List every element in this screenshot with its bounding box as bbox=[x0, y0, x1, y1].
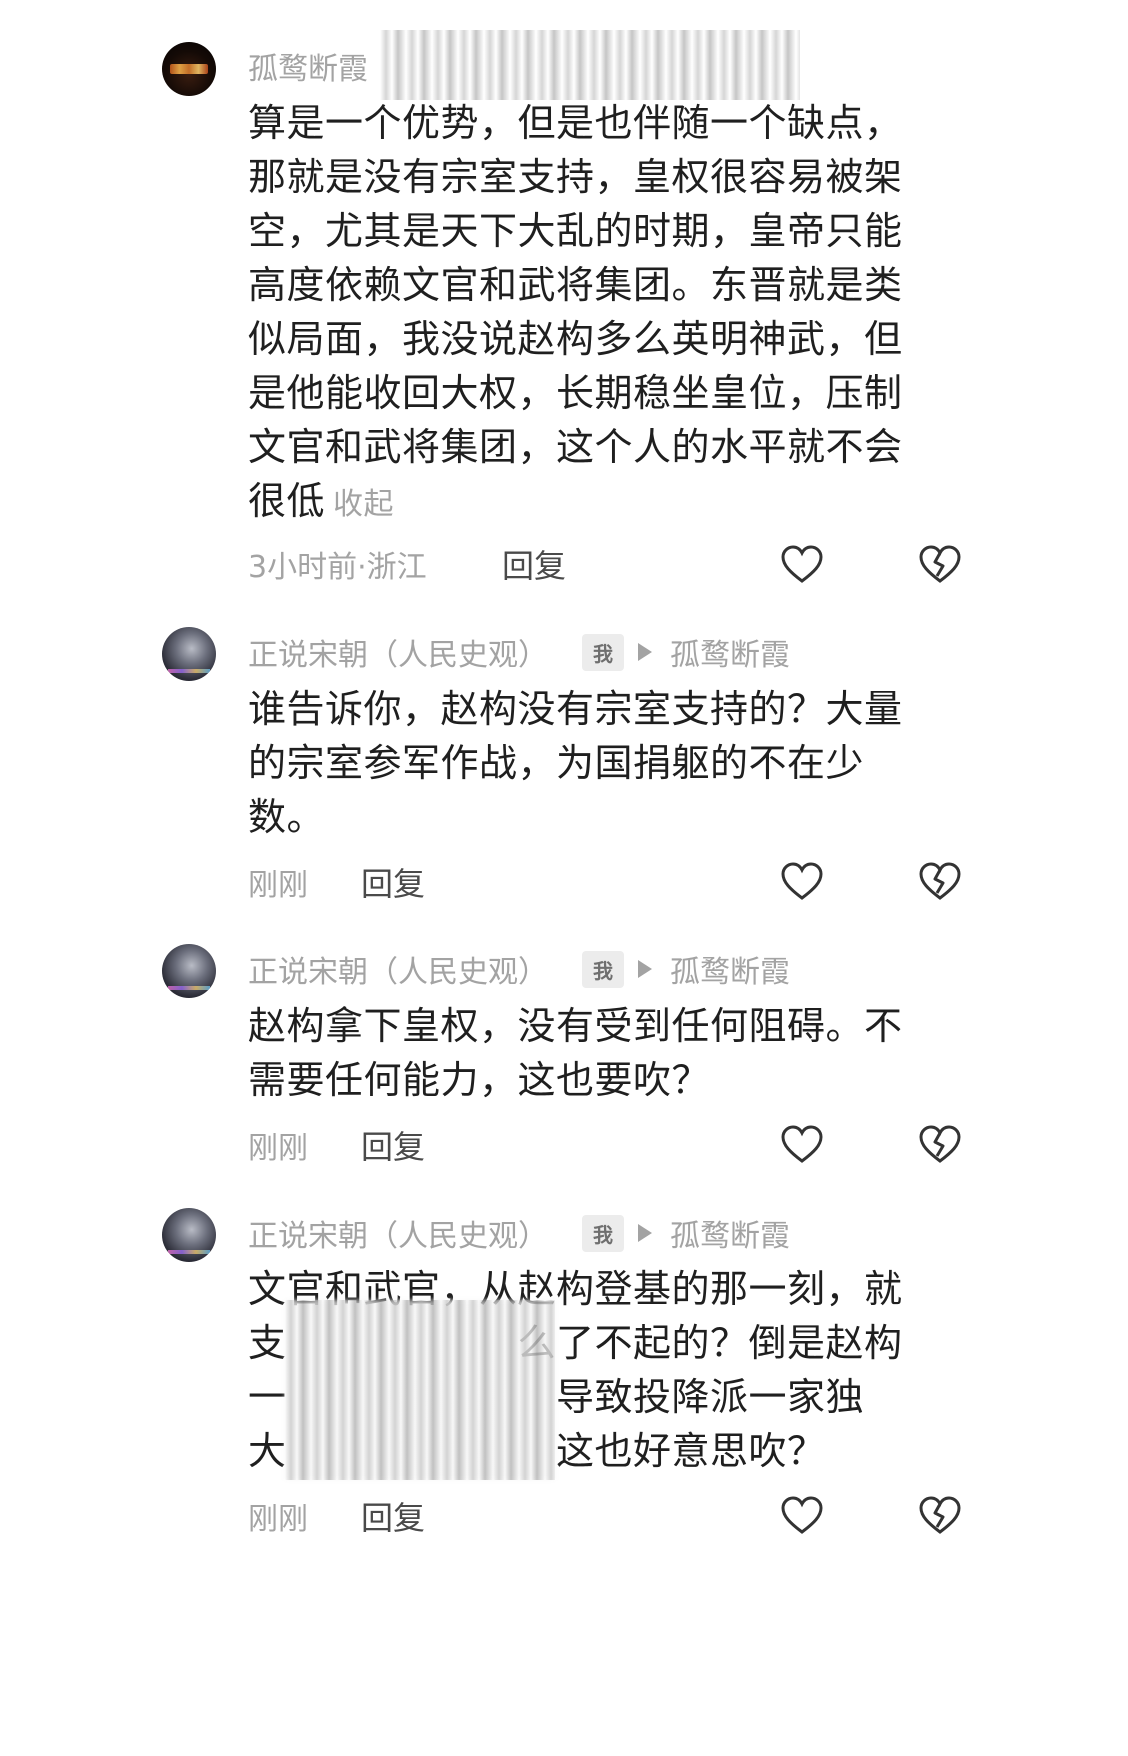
body-line: 算是一个优势，但是也伴随一个缺点， bbox=[248, 101, 903, 145]
comment-body: 谁告诉你，赵构没有宗室支持的？大量 的宗室参军作战，为国捐躯的不在少 数。 bbox=[248, 682, 938, 844]
me-badge: 我 bbox=[582, 633, 624, 671]
broken-heart-outline-icon[interactable] bbox=[918, 1495, 962, 1535]
comment-body: 赵构拿下皇权，没有受到任何阻碍。不 需要任何能力，这也要吹？ bbox=[248, 999, 938, 1107]
redaction-blur bbox=[285, 1300, 555, 1480]
username[interactable]: 正说宋朝（人民史观） bbox=[248, 947, 548, 991]
comment-username: 正说宋朝（人民史观） 我 孤鹜断霞 bbox=[248, 947, 790, 991]
body-line-last: 很低 收起 bbox=[248, 474, 938, 532]
comment-body: 算是一个优势，但是也伴随一个缺点， 那就是没有宗室支持，皇权很容易被架 空，尤其… bbox=[248, 96, 938, 532]
heart-outline-icon[interactable] bbox=[780, 1124, 824, 1164]
broken-heart-outline-icon[interactable] bbox=[918, 544, 962, 584]
comment-username: 正说宋朝（人民史观） 我 孤鹜断霞 bbox=[248, 630, 790, 674]
body-line: 那就是没有宗室支持，皇权很容易被架 bbox=[248, 155, 903, 199]
me-badge: 我 bbox=[582, 1214, 624, 1252]
avatar[interactable] bbox=[162, 944, 216, 998]
reply-button[interactable]: 回复 bbox=[361, 859, 425, 905]
play-arrow-icon bbox=[638, 643, 652, 661]
body-line: 高度依赖文官和武将集团。东晋就是类 bbox=[248, 263, 903, 307]
reply-to-username[interactable]: 孤鹜断霞 bbox=[670, 1211, 790, 1255]
body-line: 文官和武将集团，这个人的水平就不会 bbox=[248, 425, 903, 469]
play-arrow-icon bbox=[638, 960, 652, 978]
reply-button[interactable]: 回复 bbox=[502, 541, 566, 587]
broken-heart-outline-icon[interactable] bbox=[918, 1124, 962, 1164]
body-line: 很低 bbox=[248, 479, 326, 523]
comment-time-location: 3小时前·浙江 bbox=[248, 550, 427, 585]
body-line: 是他能收回大权，长期稳坐皇位，压制 bbox=[248, 371, 903, 415]
username[interactable]: 孤鹜断霞 bbox=[248, 44, 368, 88]
reply-to-username[interactable]: 孤鹜断霞 bbox=[670, 630, 790, 674]
comment-time: 刚刚 bbox=[248, 1502, 308, 1537]
broken-heart-outline-icon[interactable] bbox=[918, 861, 962, 901]
username[interactable]: 正说宋朝（人民史观） bbox=[248, 1211, 548, 1255]
body-line: 赵构拿下皇权，没有受到任何阻碍。不 bbox=[248, 1004, 903, 1048]
body-line: 需要任何能力，这也要吹？ bbox=[248, 1058, 711, 1102]
heart-outline-icon[interactable] bbox=[780, 1495, 824, 1535]
body-line: 数。 bbox=[248, 795, 326, 839]
reply-to-username[interactable]: 孤鹜断霞 bbox=[670, 947, 790, 991]
body-line: 谁告诉你，赵构没有宗室支持的？大量 bbox=[248, 687, 903, 731]
reply-button[interactable]: 回复 bbox=[361, 1493, 425, 1539]
body-line: 似局面，我没说赵构多么英明神武，但 bbox=[248, 317, 903, 361]
body-line: 空，尤其是天下大乱的时期，皇帝只能 bbox=[248, 209, 903, 253]
play-arrow-icon bbox=[638, 1224, 652, 1242]
heart-outline-icon[interactable] bbox=[780, 861, 824, 901]
body-line: 的宗室参军作战，为国捐躯的不在少 bbox=[248, 741, 865, 785]
username[interactable]: 正说宋朝（人民史观） bbox=[248, 630, 548, 674]
avatar[interactable] bbox=[162, 627, 216, 681]
redaction-blur bbox=[380, 30, 800, 100]
collapse-link[interactable]: 收起 bbox=[333, 487, 394, 522]
comment-time: 刚刚 bbox=[248, 1131, 308, 1166]
heart-outline-icon[interactable] bbox=[780, 544, 824, 584]
comment-username: 正说宋朝（人民史观） 我 孤鹜断霞 bbox=[248, 1211, 790, 1255]
reply-button[interactable]: 回复 bbox=[361, 1122, 425, 1168]
comment-username[interactable]: 孤鹜断霞 bbox=[248, 44, 368, 88]
avatar[interactable] bbox=[162, 1208, 216, 1262]
me-badge: 我 bbox=[582, 950, 624, 988]
comment-time: 刚刚 bbox=[248, 868, 308, 903]
avatar[interactable] bbox=[162, 42, 216, 96]
